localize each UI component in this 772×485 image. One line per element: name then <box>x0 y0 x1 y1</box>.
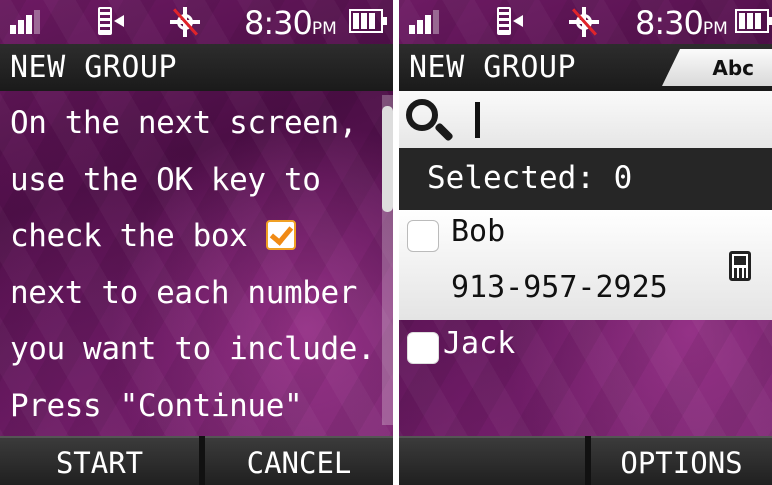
input-mode-indicator: Abc <box>662 49 772 86</box>
voice-call-icon <box>495 7 527 35</box>
clock-time: 8:30 <box>635 4 704 42</box>
clock: 8:30PM <box>635 4 728 42</box>
contact-number: 913-957-2925 <box>451 270 668 305</box>
gps-off-icon <box>170 7 200 37</box>
clock-ampm: PM <box>702 19 728 39</box>
clock-time: 8:30 <box>244 4 313 42</box>
gps-off-icon <box>569 7 599 37</box>
signal-strength-icon <box>409 10 443 34</box>
phone-screen-instructions: 8:30PM NEW GROUP On the next screen, use… <box>0 0 393 485</box>
text-cursor <box>475 102 480 138</box>
status-bar: 8:30PM <box>399 0 772 44</box>
instruction-line-text: check the box <box>10 218 248 254</box>
start-softkey[interactable]: START <box>0 436 199 485</box>
contact-checkbox[interactable] <box>407 220 439 252</box>
cancel-softkey[interactable]: CANCEL <box>205 436 393 485</box>
softkey-bar: OPTIONS <box>399 436 772 485</box>
instruction-line: On the next screen, <box>10 105 358 141</box>
instruction-line: next to each number <box>10 274 358 311</box>
battery-icon <box>349 9 387 33</box>
selected-count: Selected: 0 <box>427 160 633 196</box>
page-title: NEW GROUP <box>10 50 178 85</box>
title-bar: NEW GROUP Abc <box>399 44 772 91</box>
search-input[interactable] <box>467 99 757 139</box>
clock-ampm: PM <box>311 19 337 39</box>
contact-name: Jack <box>443 326 516 361</box>
checked-checkbox-icon <box>265 220 296 250</box>
instruction-line: you want to include. <box>10 331 376 367</box>
instruction-line: Press "Continue" <box>10 387 303 424</box>
phone-screen-contact-picker: 8:30PM NEW GROUP Abc Selected: 0 Bob 913… <box>399 0 772 485</box>
instruction-line: use the OK key to <box>10 161 321 198</box>
selected-count-bar: Selected: 0 <box>399 148 772 210</box>
clock: 8:30PM <box>244 4 337 42</box>
contact-row-bob[interactable]: Bob 913-957-2925 <box>399 210 772 320</box>
instruction-text: On the next screen, use the OK key to ch… <box>10 95 380 434</box>
contact-name: Bob <box>451 214 506 249</box>
search-bar[interactable] <box>399 91 772 148</box>
left-softkey[interactable] <box>399 436 585 485</box>
voice-call-icon <box>96 7 128 35</box>
scrollbar-thumb[interactable] <box>382 106 393 212</box>
page-title: NEW GROUP <box>409 50 577 85</box>
status-bar: 8:30PM <box>0 0 393 44</box>
search-icon <box>404 97 456 143</box>
scrollbar[interactable] <box>382 95 393 425</box>
title-bar: NEW GROUP <box>0 44 393 91</box>
mobile-phone-icon <box>729 251 751 281</box>
contact-checkbox[interactable] <box>407 332 439 364</box>
softkey-bar: START CANCEL <box>0 436 393 485</box>
battery-icon <box>735 9 772 33</box>
options-softkey[interactable]: OPTIONS <box>591 436 772 485</box>
contact-row-jack[interactable]: Jack <box>399 322 772 376</box>
instruction-line: check the box <box>10 208 380 265</box>
signal-strength-icon <box>10 10 44 34</box>
